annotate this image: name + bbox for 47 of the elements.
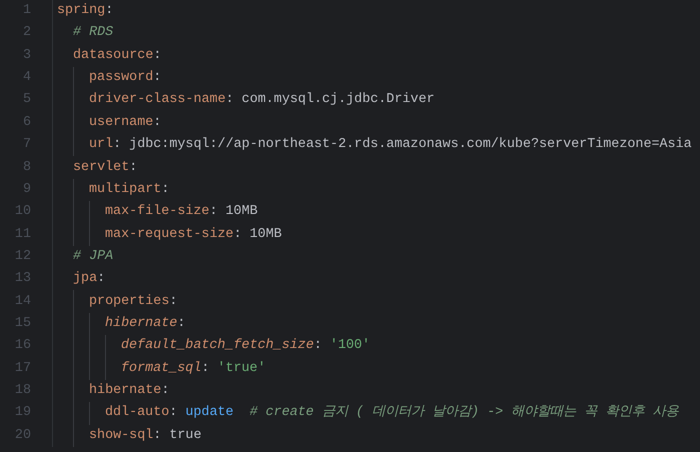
- string-value: '100': [330, 337, 370, 356]
- yaml-key: show-sql: [89, 426, 154, 446]
- yaml-value: com.mysql.cj.jdbc.Driver: [242, 91, 435, 110]
- string-value: 'true': [217, 360, 266, 378]
- yaml-colon: :: [314, 337, 322, 356]
- yaml-colon: :: [209, 203, 218, 222]
- yaml-value: update: [185, 404, 234, 422]
- yaml-key: max-file-size: [105, 202, 210, 222]
- yaml-colon: :: [153, 114, 162, 132]
- yaml-colon: :: [169, 292, 178, 311]
- yaml-value: true: [169, 426, 202, 445]
- yaml-colon: :: [226, 91, 234, 110]
- yaml-key: ddl-auto: [105, 403, 170, 424]
- yaml-key: hibernate: [105, 314, 178, 334]
- yaml-colon: :: [153, 69, 162, 88]
- yaml-colon: :: [153, 46, 162, 65]
- yaml-colon: :: [177, 314, 186, 333]
- yaml-key: default_batch_fetch_size: [121, 336, 314, 356]
- yaml-value: jdbc:mysql://ap-northeast-2.rds.amazonaws.com/kube?serverTimezone=Asia: [129, 136, 692, 154]
- yaml-key: properties: [89, 292, 170, 312]
- yaml-key: servlet: [73, 158, 130, 178]
- yaml-colon: :: [201, 360, 210, 378]
- yaml-colon: :: [113, 136, 122, 154]
- yaml-colon: :: [234, 226, 242, 244]
- yaml-key: username: [89, 112, 154, 133]
- yaml-key: hibernate: [89, 380, 162, 402]
- code-comment: # create 금지 ( 데이터가 날아감) -> 해야할때는 꼭 확인후 사용: [250, 404, 678, 422]
- yaml-colon: :: [97, 270, 106, 288]
- yaml-key: datasource: [73, 46, 154, 66]
- code-comment: # JPA: [73, 248, 114, 266]
- yaml-colon: :: [105, 2, 114, 20]
- yaml-key: driver-class-name: [89, 90, 226, 111]
- code-comment: # RDS: [73, 24, 114, 42]
- yaml-value: 10MB: [226, 203, 258, 222]
- yaml-value: 10MB: [250, 226, 282, 244]
- yaml-colon: :: [169, 404, 178, 422]
- yaml-colon: :: [161, 180, 170, 199]
- yaml-key: multipart: [89, 180, 162, 200]
- yaml-key: password: [89, 68, 154, 88]
- yaml-key: spring: [57, 1, 106, 22]
- yaml-colon: :: [161, 382, 170, 400]
- yaml-key: url: [89, 135, 114, 156]
- yaml-colon: :: [129, 158, 138, 177]
- yaml-key: max-request-size: [105, 224, 234, 245]
- yaml-key: format_sql: [121, 358, 202, 379]
- yaml-colon: :: [153, 426, 162, 445]
- yaml-key: jpa: [73, 269, 98, 290]
